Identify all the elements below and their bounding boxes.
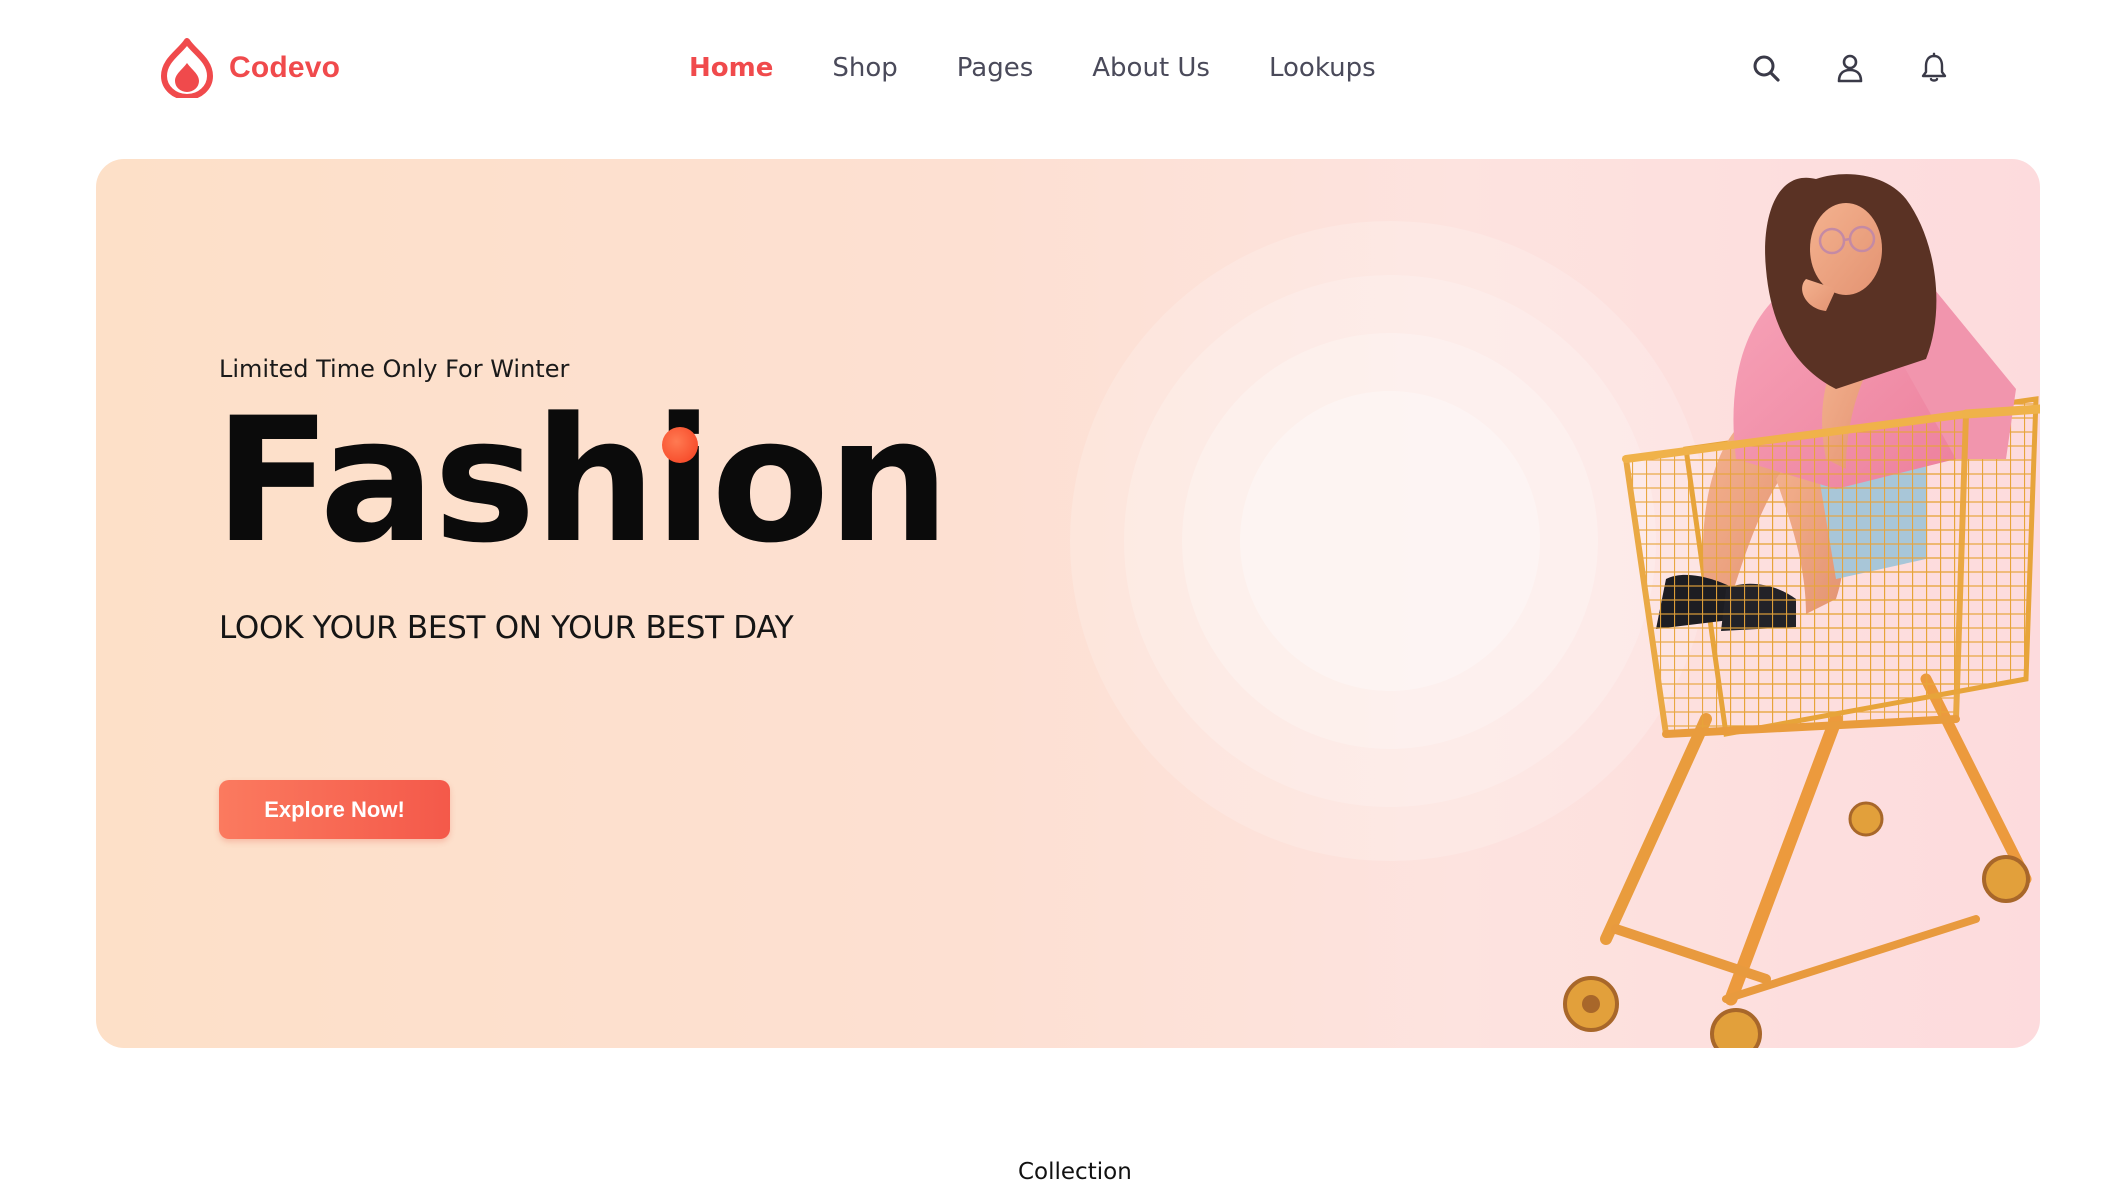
nav-pages[interactable]: Pages — [957, 53, 1034, 83]
collection-section-label: Collection — [1018, 1159, 1132, 1185]
hero-title: Fashion — [214, 380, 950, 581]
hero-banner: Limited Time Only For Winter Fashion LOO… — [96, 159, 2040, 1048]
header-actions — [1744, 46, 1956, 90]
main-nav: Home Shop Pages About Us Lookups — [689, 46, 1435, 90]
hero-subtitle: LOOK YOUR BEST ON YOUR BEST DAY — [219, 610, 794, 646]
hero-kicker: Limited Time Only For Winter — [219, 355, 570, 383]
flame-drop-icon — [161, 38, 213, 98]
notifications-button[interactable] — [1912, 46, 1956, 90]
nav-shop[interactable]: Shop — [832, 53, 897, 83]
nav-about-us[interactable]: About Us — [1092, 53, 1210, 83]
brand-logo-link[interactable]: Codevo — [158, 38, 340, 98]
user-icon — [1837, 54, 1863, 83]
search-button[interactable] — [1744, 46, 1788, 90]
nav-home[interactable]: Home — [689, 53, 773, 83]
nav-lookups[interactable]: Lookups — [1269, 53, 1376, 83]
woman-in-shopping-cart-image — [1563, 174, 2040, 1048]
brand-name: Codevo — [229, 51, 341, 84]
site-header: Codevo Home Shop Pages About Us Lookups — [0, 0, 2127, 136]
hero-title-accent-dot — [662, 427, 698, 463]
explore-now-button[interactable]: Explore Now! — [219, 780, 450, 839]
search-icon — [1753, 55, 1780, 82]
account-button[interactable] — [1828, 46, 1872, 90]
bell-icon — [1921, 52, 1947, 82]
